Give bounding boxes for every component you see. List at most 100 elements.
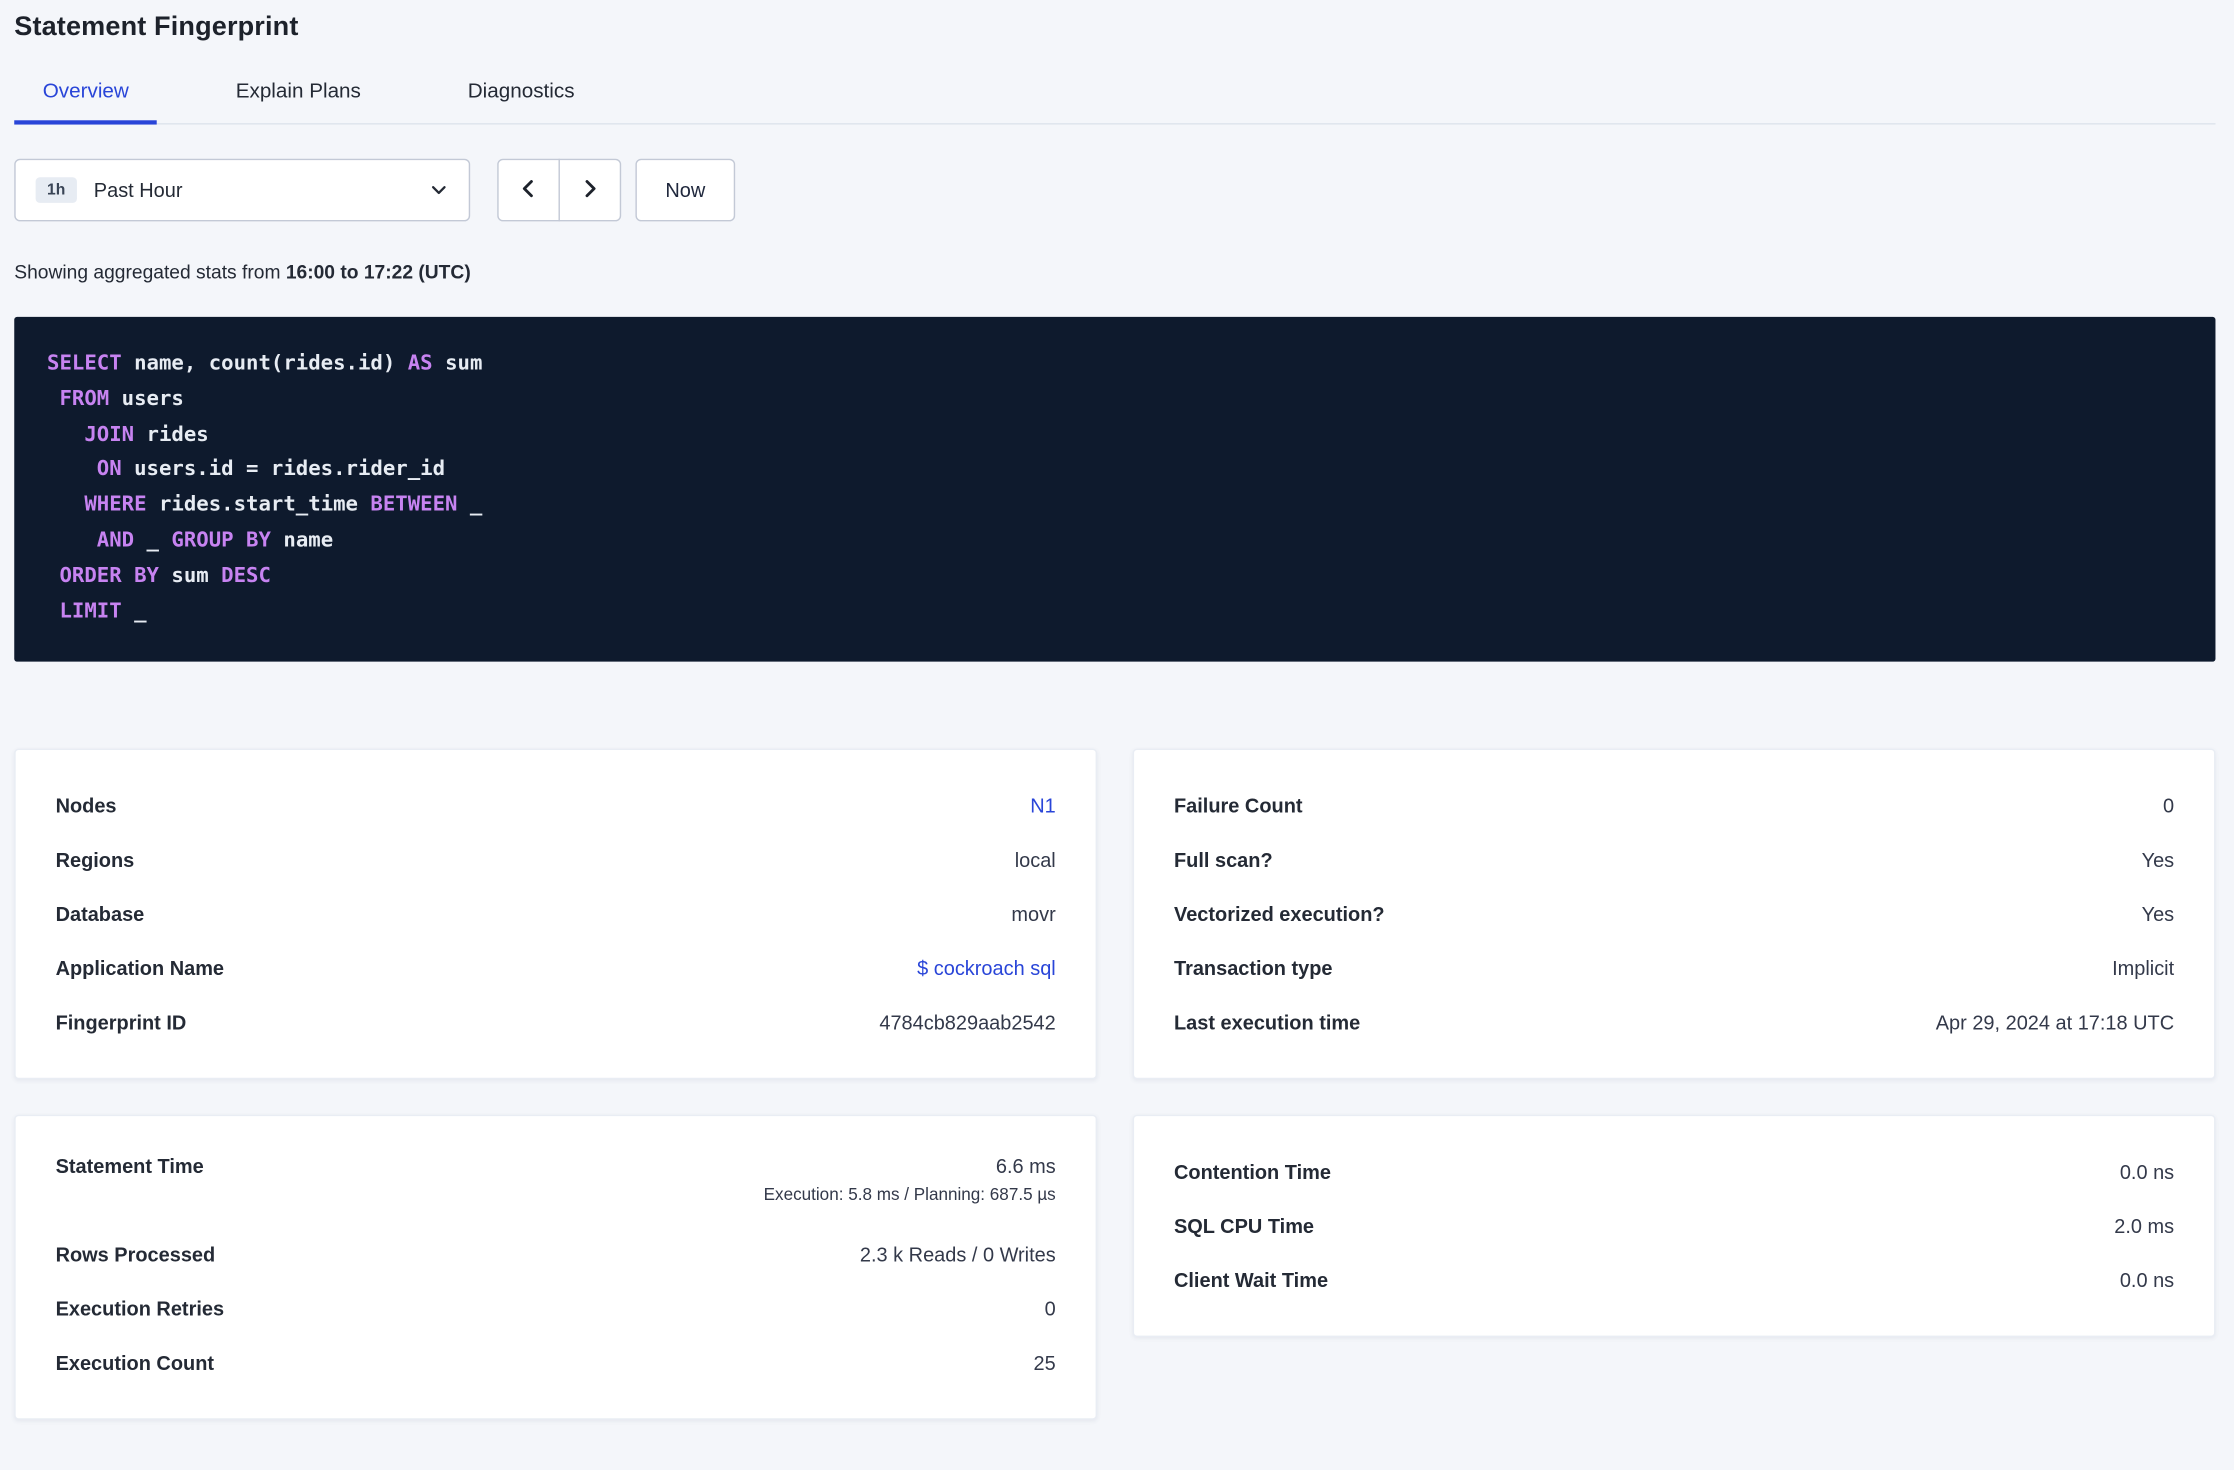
row-client-wait-time: Client Wait Time 0.0 ns bbox=[1174, 1253, 2174, 1307]
row-failure-count: Failure Count 0 bbox=[1174, 779, 2174, 833]
sql-text: rides bbox=[134, 423, 209, 446]
row-value-block: Yes bbox=[2142, 902, 2175, 925]
row-label: Regions bbox=[55, 848, 135, 872]
sql-text: name bbox=[270, 529, 334, 552]
sql-text: rides.start_time bbox=[146, 493, 371, 517]
now-button[interactable]: Now bbox=[635, 158, 736, 222]
nodes-link[interactable]: N1 bbox=[1030, 794, 1056, 817]
row-label: Fingerprint ID bbox=[55, 1010, 187, 1034]
execution-attributes-card: Failure Count 0 Full scan? Yes Vectorized ex… bbox=[1132, 748, 2216, 1080]
row-value: 0 bbox=[1044, 1297, 1056, 1320]
sql-keyword: WHERE bbox=[84, 493, 147, 517]
stats-line-prefix: Showing aggregated stats from bbox=[14, 261, 286, 283]
row-value: 6.6 ms bbox=[995, 1154, 1056, 1178]
row-label: Rows Processed bbox=[55, 1242, 216, 1266]
row-sql-cpu-time: SQL CPU Time 2.0 ms bbox=[1174, 1199, 2174, 1253]
sql-statement-box: SELECT name, count(rides.id) AS sum FROM… bbox=[14, 316, 2216, 662]
row-label: Client Wait Time bbox=[1173, 1268, 1329, 1292]
row-value: Apr 29, 2024 at 17:18 UTC bbox=[1935, 1010, 2175, 1034]
sql-text: name, count(rides.id) bbox=[121, 352, 408, 376]
row-value-block: 6.6 ms Execution: 5.8 ms / Planning: 687.… bbox=[764, 1155, 1056, 1205]
chevron-down-icon bbox=[429, 180, 449, 200]
sql-keyword: AND bbox=[96, 529, 135, 552]
sql-keyword: LIMIT bbox=[59, 599, 122, 623]
row-value: 0.0 ns bbox=[2119, 1160, 2175, 1184]
row-label: Full scan? bbox=[1173, 848, 1273, 872]
row-database: Database movr bbox=[56, 887, 1056, 941]
row-value: 0.0 ns bbox=[2119, 1268, 2175, 1292]
application-name-link[interactable]: $ cockroach sql bbox=[917, 957, 1056, 980]
row-label: Last execution time bbox=[1173, 1010, 1361, 1034]
statement-fingerprint-page: Statement Fingerprint Overview Explain Pl… bbox=[0, 12, 2234, 1470]
interval-label: Past Hour bbox=[93, 178, 183, 202]
row-value-block: $ cockroach sql bbox=[917, 957, 1056, 980]
row-vectorized-execution: Vectorized execution? Yes bbox=[1174, 887, 2174, 941]
previous-interval-button[interactable] bbox=[497, 158, 560, 222]
sql-keyword: AS bbox=[407, 352, 433, 376]
row-value-block: 0.0 ns bbox=[2120, 1269, 2174, 1292]
row-value-block: local bbox=[1015, 848, 1056, 871]
sql-keyword: JOIN bbox=[84, 423, 135, 446]
aggregated-stats-line: Showing aggregated stats from 16:00 to 1… bbox=[14, 261, 2215, 282]
row-label: SQL CPU Time bbox=[1173, 1214, 1315, 1238]
sql-text: users bbox=[109, 387, 184, 411]
statement-details-card: Nodes N1 Regions local Database movr Applicati… bbox=[14, 748, 1098, 1080]
next-interval-button[interactable] bbox=[558, 158, 622, 222]
row-value-block: 0 bbox=[2163, 794, 2174, 817]
interval-arrows bbox=[497, 158, 622, 222]
stats-line-range: 16:00 to 17:22 (UTC) bbox=[285, 261, 471, 283]
row-value: local bbox=[1014, 848, 1056, 872]
row-fingerprint-id: Fingerprint ID 4784cb829aab2542 bbox=[56, 995, 1056, 1049]
sql-keyword: ORDER BY bbox=[59, 564, 159, 588]
row-label: Database bbox=[55, 902, 145, 926]
row-application-name: Application Name $ cockroach sql bbox=[56, 941, 1056, 995]
sql-line: ORDER BY sum DESC bbox=[47, 559, 2187, 594]
row-value-block: 4784cb829aab2542 bbox=[879, 1011, 1055, 1034]
row-label: Execution Count bbox=[55, 1351, 215, 1375]
row-value-block: N1 bbox=[1030, 794, 1056, 817]
sql-keyword: SELECT bbox=[47, 352, 122, 376]
row-label: Application Name bbox=[55, 956, 225, 980]
sql-text: sum bbox=[158, 564, 222, 588]
sql-text: _ bbox=[121, 599, 147, 623]
row-value: Implicit bbox=[2112, 956, 2175, 980]
sql-text: _ bbox=[457, 493, 483, 517]
row-value-block: Yes bbox=[2142, 848, 2175, 871]
row-statement-time: Statement Time 6.6 ms Execution: 5.8 ms / … bbox=[56, 1145, 1056, 1228]
row-value-block: 2.3 k Reads / 0 Writes bbox=[860, 1243, 1056, 1266]
chevron-right-icon bbox=[578, 177, 601, 204]
row-value-block: 25 bbox=[1034, 1351, 1056, 1374]
row-label: Statement Time bbox=[55, 1154, 204, 1178]
sql-keyword: GROUP BY bbox=[171, 529, 271, 552]
row-value: Yes bbox=[2141, 902, 2175, 926]
row-value: movr bbox=[1011, 902, 1056, 926]
sql-line: JOIN rides bbox=[47, 417, 2187, 452]
sql-keyword: DESC bbox=[221, 564, 271, 588]
row-value: 2.0 ms bbox=[2114, 1214, 2175, 1238]
sql-line: ON users.id = rides.rider_id bbox=[47, 453, 2187, 488]
row-value-block: 2.0 ms bbox=[2114, 1214, 2174, 1237]
time-interval-select[interactable]: 1h Past Hour bbox=[14, 158, 471, 222]
tab-bar: Overview Explain Plans Diagnostics bbox=[14, 80, 2216, 125]
row-value: Yes bbox=[2141, 848, 2175, 872]
interval-badge: 1h bbox=[35, 177, 77, 203]
row-value: 0 bbox=[2163, 794, 2175, 817]
row-execution-retries: Execution Retries 0 bbox=[56, 1281, 1056, 1335]
row-full-scan: Full scan? Yes bbox=[1174, 833, 2174, 887]
row-subvalue: Execution: 5.8 ms / Planning: 687.5 µs bbox=[763, 1184, 1056, 1205]
tab-overview[interactable]: Overview bbox=[14, 80, 158, 125]
row-label: Failure Count bbox=[1173, 794, 1303, 817]
tab-explain-plans[interactable]: Explain Plans bbox=[207, 80, 389, 124]
row-rows-processed: Rows Processed 2.3 k Reads / 0 Writes bbox=[56, 1227, 1056, 1281]
tab-diagnostics[interactable]: Diagnostics bbox=[439, 80, 603, 124]
row-value-block: Implicit bbox=[2112, 957, 2174, 980]
sql-line: LIMIT _ bbox=[47, 594, 2187, 629]
row-label: Nodes bbox=[55, 794, 117, 817]
row-label: Execution Retries bbox=[55, 1297, 225, 1320]
row-value: 25 bbox=[1033, 1351, 1056, 1375]
